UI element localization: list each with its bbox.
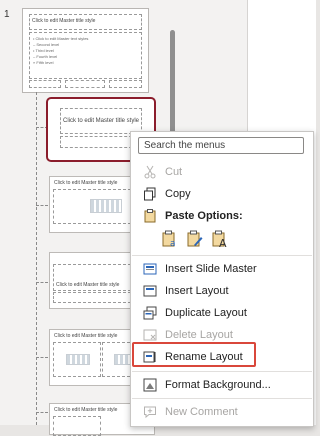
paste-keep-source-formatting-icon[interactable] bbox=[187, 230, 203, 248]
menu-item-new-comment[interactable]: New Comment bbox=[132, 401, 312, 423]
new-comment-icon bbox=[143, 405, 157, 419]
menu-item-format-background-label: Format Background... bbox=[165, 379, 271, 391]
copy-icon bbox=[143, 187, 157, 201]
master-text-line-4: – Fourth level bbox=[33, 54, 58, 59]
menu-item-delete-layout-label: Delete Layout bbox=[165, 329, 233, 341]
layout-title-text: Click to edit Master title style bbox=[54, 180, 118, 186]
master-text-line-2: – Second level bbox=[33, 42, 60, 47]
menu-item-format-background[interactable]: Format Background... bbox=[132, 374, 312, 396]
content-icons bbox=[90, 199, 122, 213]
content-icons bbox=[66, 354, 90, 365]
connector-tick bbox=[36, 205, 48, 206]
format-background-icon bbox=[143, 378, 157, 392]
master-body-placeholder: • Click to edit Master text styles – Sec… bbox=[29, 32, 142, 79]
menu-item-copy[interactable]: Copy bbox=[132, 183, 312, 205]
layout-title-text: Click to edit Master title style bbox=[63, 118, 140, 124]
menu-item-paste-options: Paste Options: bbox=[132, 205, 312, 227]
layout-title-text: Click to edit Master title style bbox=[54, 333, 118, 339]
delete-layout-icon bbox=[143, 328, 157, 342]
menu-separator bbox=[132, 255, 312, 256]
connector-tick bbox=[36, 357, 48, 358]
layout-connector-line bbox=[36, 92, 37, 425]
menu-item-duplicate-layout-label: Duplicate Layout bbox=[165, 307, 247, 319]
master-title-placeholder: Click to edit Master title style bbox=[29, 14, 142, 30]
menu-item-paste-options-label: Paste Options: bbox=[165, 210, 243, 222]
master-number-placeholder bbox=[109, 80, 142, 88]
menu-item-copy-label: Copy bbox=[165, 188, 191, 200]
insert-layout-icon bbox=[143, 284, 157, 298]
layout-title-text: Click to edit Master title style bbox=[54, 407, 118, 413]
duplicate-layout-icon bbox=[143, 306, 157, 320]
menu-separator bbox=[132, 371, 312, 372]
master-title-text: Click to edit Master title style bbox=[32, 18, 96, 24]
master-footer-placeholder bbox=[65, 80, 105, 88]
connector-tick bbox=[36, 282, 48, 283]
rename-layout-highlight-box bbox=[132, 342, 256, 367]
slide-number: 1 bbox=[4, 9, 10, 20]
master-text-line-5: » Fifth level bbox=[33, 60, 54, 65]
scissors-icon bbox=[143, 165, 157, 179]
master-date-placeholder bbox=[29, 80, 61, 88]
master-text-line-3: • Third level bbox=[33, 48, 54, 53]
paste-options-row: a A bbox=[162, 230, 228, 250]
clipboard-icon bbox=[143, 209, 157, 223]
svg-text:A: A bbox=[219, 237, 227, 248]
menu-item-insert-layout-label: Insert Layout bbox=[165, 285, 229, 297]
menu-item-insert-layout[interactable]: Insert Layout bbox=[132, 280, 312, 302]
insert-slide-master-icon bbox=[143, 262, 157, 276]
connector-tick bbox=[36, 412, 48, 413]
menu-search-input[interactable] bbox=[138, 137, 304, 154]
menu-item-cut-label: Cut bbox=[165, 166, 183, 178]
layout-title-text: Click to edit Master title style bbox=[56, 282, 120, 288]
layout-left-content bbox=[53, 416, 101, 436]
paste-keep-text-only-icon[interactable]: A bbox=[212, 230, 228, 250]
svg-text:a: a bbox=[170, 239, 176, 248]
menu-item-cut[interactable]: Cut bbox=[132, 161, 312, 183]
context-menu: Cut Copy Paste Options: a A Insert Slide… bbox=[130, 131, 314, 427]
menu-item-duplicate-layout[interactable]: Duplicate Layout bbox=[132, 302, 312, 324]
menu-item-insert-slide-master[interactable]: Insert Slide Master bbox=[132, 258, 312, 280]
menu-separator bbox=[132, 398, 312, 399]
master-text-line-1: • Click to edit Master text styles bbox=[33, 36, 89, 41]
menu-item-insert-slide-master-label: Insert Slide Master bbox=[165, 263, 257, 275]
menu-item-new-comment-label: New Comment bbox=[165, 406, 238, 418]
slide-master-thumbnail[interactable]: Click to edit Master title style • Click… bbox=[22, 8, 149, 93]
paste-use-destination-theme-icon[interactable]: a bbox=[162, 230, 178, 249]
